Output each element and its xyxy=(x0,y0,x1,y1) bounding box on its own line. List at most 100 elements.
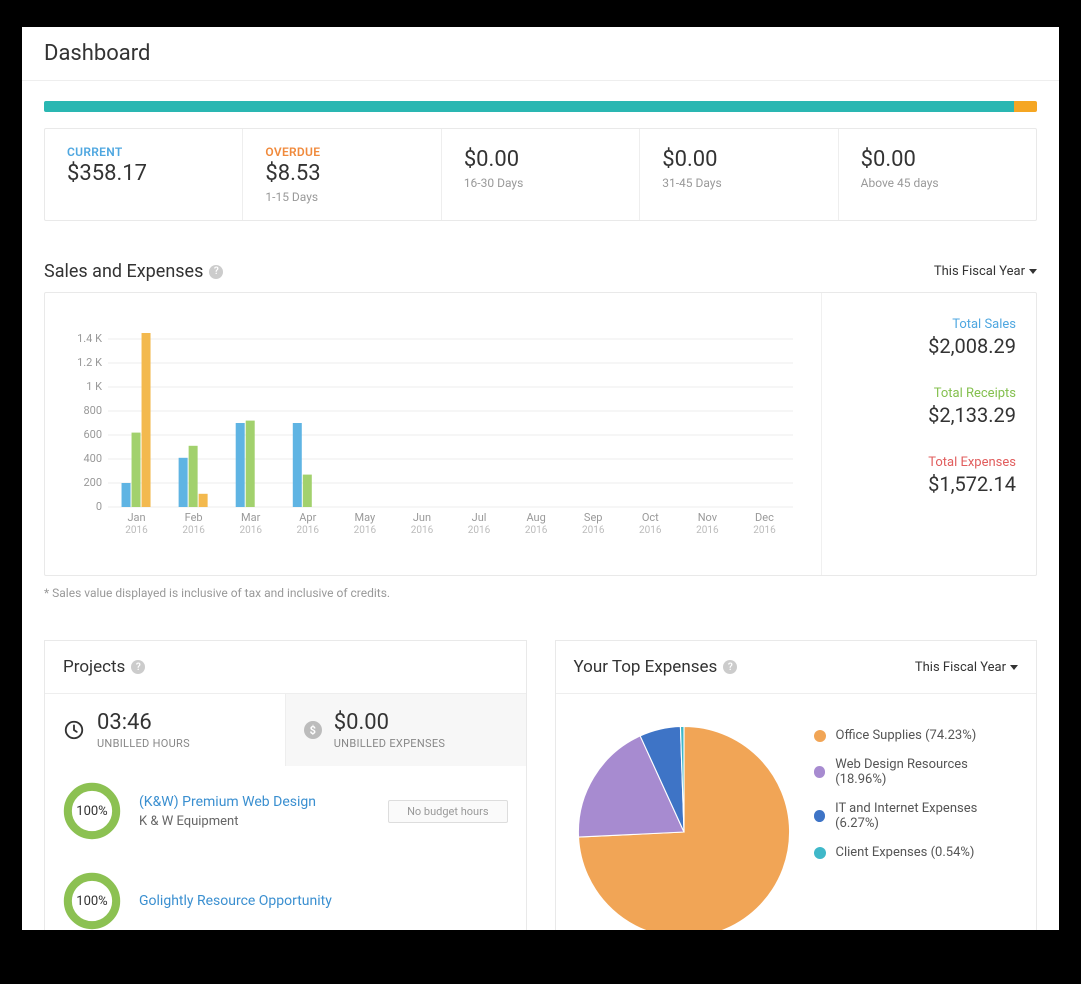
stat-total-sales: Total Sales $2,008.29 xyxy=(842,317,1016,358)
sales-expenses-title: Sales and Expenses ? xyxy=(44,261,223,282)
top-expenses-legend: Office Supplies (74.23%) Web Design Reso… xyxy=(814,722,1019,930)
swatch xyxy=(814,766,826,778)
svg-text:2016: 2016 xyxy=(582,525,605,536)
stat-expenses-value: $1,572.14 xyxy=(842,472,1016,496)
svg-text:Aug: Aug xyxy=(526,511,545,524)
sales-expenses-panel: 02004006008001 K1.2 K1.4 KJan2016Feb2016… xyxy=(44,292,1037,576)
svg-text:2016: 2016 xyxy=(297,525,320,536)
legend-label: IT and Internet Expenses (6.27%) xyxy=(835,801,1018,831)
aging-bucket-1[interactable]: $0.00 16-30 Days xyxy=(441,129,639,220)
top-expenses-period-dropdown[interactable]: This Fiscal Year xyxy=(915,660,1018,675)
legend-label: Client Expenses (0.54%) xyxy=(836,845,975,860)
aging-bucket-2-amount: $0.00 xyxy=(662,147,815,172)
aging-overdue-label: OVERDUE xyxy=(265,145,418,159)
stat-receipts-value: $2,133.29 xyxy=(842,403,1016,427)
app-frame: Dashboard CURRENT $358.17 OVERDUE $8.53 … xyxy=(22,27,1059,930)
aging-bucket-3-sub: Above 45 days xyxy=(861,176,1014,190)
help-icon[interactable]: ? xyxy=(131,660,145,674)
unbilled-expenses-label: UNBILLED EXPENSES xyxy=(334,737,445,750)
svg-text:Jul: Jul xyxy=(472,511,487,524)
legend-item[interactable]: Web Design Resources (18.96%) xyxy=(814,757,1019,787)
dropdown-label: This Fiscal Year xyxy=(915,660,1006,675)
svg-text:Feb: Feb xyxy=(185,511,203,524)
svg-text:Mar: Mar xyxy=(241,511,261,524)
legend-item[interactable]: Client Expenses (0.54%) xyxy=(814,845,1019,860)
aging-overdue-sub: 1-15 Days xyxy=(265,190,418,204)
projects-col: Projects ? 03:46 UNBILLED HOURS $ xyxy=(44,640,527,930)
stat-total-receipts: Total Receipts $2,133.29 xyxy=(842,386,1016,427)
svg-text:Jan: Jan xyxy=(127,511,145,524)
svg-text:2016: 2016 xyxy=(639,525,662,536)
projects-header: Projects ? xyxy=(45,641,526,694)
dropdown-label: This Fiscal Year xyxy=(934,264,1025,279)
svg-text:May: May xyxy=(355,511,377,524)
help-icon[interactable]: ? xyxy=(209,265,223,279)
aging-bucket-2[interactable]: $0.00 31-45 Days xyxy=(639,129,837,220)
page-title: Dashboard xyxy=(44,41,1037,66)
unbilled-hours-value: 03:46 xyxy=(97,710,190,735)
project-name[interactable]: (K&W) Premium Web Design xyxy=(139,793,370,812)
project-row[interactable]: 100% (K&W) Premium Web Design K & W Equi… xyxy=(45,766,526,856)
stat-expenses-label: Total Expenses xyxy=(842,455,1016,470)
svg-text:2016: 2016 xyxy=(411,525,434,536)
top-expenses-panel: Your Top Expenses ? This Fiscal Year Off… xyxy=(555,640,1038,930)
svg-text:2016: 2016 xyxy=(125,525,148,536)
unbilled-hours[interactable]: 03:46 UNBILLED HOURS xyxy=(45,694,285,766)
dollar-icon: $ xyxy=(304,721,322,739)
svg-text:2016: 2016 xyxy=(696,525,719,536)
svg-text:Nov: Nov xyxy=(698,511,718,524)
help-icon[interactable]: ? xyxy=(723,660,737,674)
aging-overdue-amount: $8.53 xyxy=(265,161,418,186)
aging-bucket-1-amount: $0.00 xyxy=(464,147,617,172)
svg-text:1.2 K: 1.2 K xyxy=(77,356,102,369)
svg-text:800: 800 xyxy=(83,404,102,417)
pct-ring: 100% xyxy=(63,782,121,840)
svg-text:Dec: Dec xyxy=(755,511,774,524)
sales-expenses-footnote: * Sales value displayed is inclusive of … xyxy=(44,586,1037,600)
top-expenses-body: Office Supplies (74.23%) Web Design Reso… xyxy=(556,694,1037,930)
aging-overdue[interactable]: OVERDUE $8.53 1-15 Days xyxy=(242,129,440,220)
sales-expenses-period-dropdown[interactable]: This Fiscal Year xyxy=(934,264,1037,279)
sales-expenses-stats: Total Sales $2,008.29 Total Receipts $2,… xyxy=(821,293,1036,575)
aging-bucket-3[interactable]: $0.00 Above 45 days xyxy=(838,129,1036,220)
page-header: Dashboard xyxy=(22,27,1059,81)
legend-item[interactable]: IT and Internet Expenses (6.27%) xyxy=(814,801,1019,831)
top-expenses-header: Your Top Expenses ? This Fiscal Year xyxy=(556,641,1037,694)
receivables-progress xyxy=(44,101,1037,112)
sales-expenses-title-text: Sales and Expenses xyxy=(44,261,203,282)
aging-summary: CURRENT $358.17 OVERDUE $8.53 1-15 Days … xyxy=(44,128,1037,221)
stat-total-expenses: Total Expenses $1,572.14 xyxy=(842,455,1016,496)
project-sub: K & W Equipment xyxy=(139,814,370,829)
project-row[interactable]: 100% Golightly Resource Opportunity xyxy=(45,856,526,930)
svg-text:Oct: Oct xyxy=(642,511,659,524)
aging-bucket-2-sub: 31-45 Days xyxy=(662,176,815,190)
pct-value: 100% xyxy=(63,782,121,840)
pct-value: 100% xyxy=(63,872,121,930)
aging-bucket-1-sub: 16-30 Days xyxy=(464,176,617,190)
sales-expenses-chart: 02004006008001 K1.2 K1.4 KJan2016Feb2016… xyxy=(45,293,821,575)
unbilled-hours-label: UNBILLED HOURS xyxy=(97,737,190,750)
chevron-down-icon xyxy=(1029,269,1037,274)
svg-text:2016: 2016 xyxy=(182,525,205,536)
clock-icon xyxy=(63,719,85,741)
sales-expenses-header: Sales and Expenses ? This Fiscal Year xyxy=(44,261,1037,282)
projects-title: Projects xyxy=(63,657,125,677)
progress-overdue-segment xyxy=(1014,101,1037,112)
unbilled-expenses[interactable]: $ $0.00 UNBILLED EXPENSES xyxy=(285,694,526,766)
top-expenses-col: Your Top Expenses ? This Fiscal Year Off… xyxy=(555,640,1038,930)
legend-item[interactable]: Office Supplies (74.23%) xyxy=(814,728,1019,743)
bar-chart-svg: 02004006008001 K1.2 K1.4 KJan2016Feb2016… xyxy=(57,317,809,547)
svg-text:Sep: Sep xyxy=(584,511,603,524)
svg-text:600: 600 xyxy=(83,428,102,441)
top-expenses-title-text: Your Top Expenses xyxy=(574,657,718,677)
project-name[interactable]: Golightly Resource Opportunity xyxy=(139,892,508,911)
projects-summary: 03:46 UNBILLED HOURS $ $0.00 UNBILLED EX… xyxy=(45,694,526,766)
stat-receipts-label: Total Receipts xyxy=(842,386,1016,401)
svg-text:2016: 2016 xyxy=(525,525,548,536)
chevron-down-icon xyxy=(1010,665,1018,670)
unbilled-expenses-value: $0.00 xyxy=(334,710,445,735)
no-budget-pill: No budget hours xyxy=(388,800,507,823)
page-content: CURRENT $358.17 OVERDUE $8.53 1-15 Days … xyxy=(22,101,1059,930)
aging-current[interactable]: CURRENT $358.17 xyxy=(45,129,242,220)
progress-current-segment xyxy=(44,101,1014,112)
